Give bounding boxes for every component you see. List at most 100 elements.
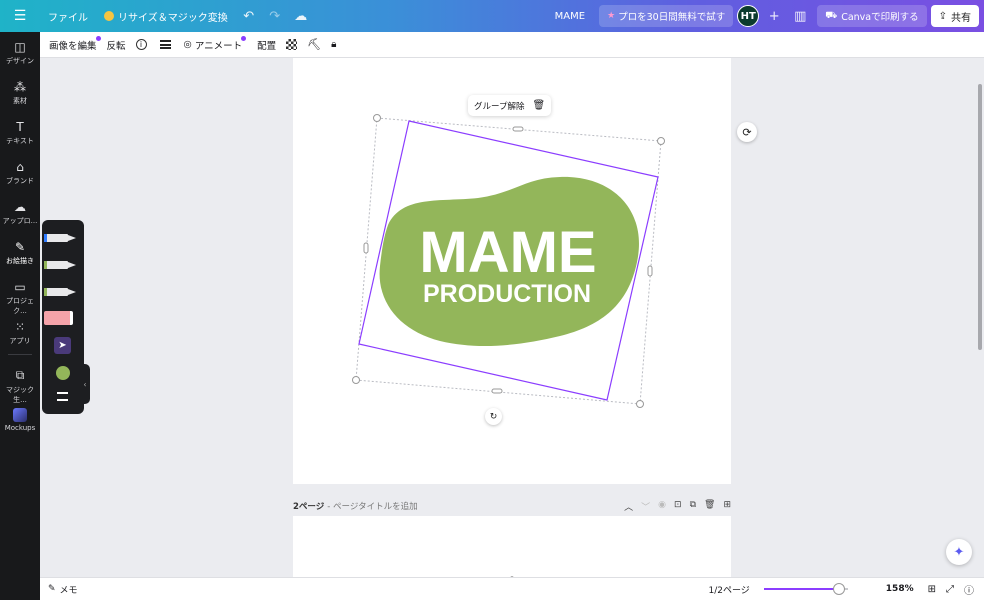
add-collaborator-button[interactable]: + — [761, 0, 787, 32]
zoom-fill — [763, 588, 840, 590]
chevron-up-icon[interactable]: ︿ — [624, 500, 633, 513]
page-indicator[interactable]: 1/2ページ — [708, 583, 749, 596]
insights-button[interactable]: ▥ — [787, 0, 813, 32]
notes-label: メモ — [59, 585, 78, 596]
share-button[interactable]: ⇪ 共有 — [930, 5, 979, 27]
edge-handle[interactable] — [363, 242, 369, 254]
zoom-slider[interactable] — [763, 583, 848, 595]
logo-line-1: MAME — [419, 220, 596, 285]
sidebar-item-apps[interactable]: ⁙ アプリ — [0, 320, 40, 346]
eraser-tool[interactable] — [44, 311, 73, 325]
border-style-button[interactable] — [152, 32, 179, 58]
zoom-value[interactable]: 158% — [886, 584, 914, 594]
cursor-icon: ➤ — [58, 340, 67, 351]
copy-style-button[interactable]: ⛏ — [302, 32, 326, 58]
refresh-icon: ⟳ — [742, 125, 752, 139]
palette-collapse-button[interactable]: ‹ — [80, 364, 90, 404]
lock-icon: 🔒︎ — [331, 39, 337, 50]
cloud-save-button[interactable]: ☁ — [288, 0, 314, 32]
rotate-handle[interactable]: ↻ — [485, 408, 502, 425]
animate-button[interactable]: ◎ アニメート — [179, 32, 248, 58]
notes-icon: ✎ — [48, 584, 56, 594]
vertical-scrollbar[interactable] — [978, 84, 982, 350]
add-page-icon[interactable]: ⊞ — [723, 500, 731, 513]
logo-line-2: PRODUCTION — [423, 280, 591, 308]
lines-icon — [159, 40, 171, 49]
info-button[interactable]: i — [131, 32, 152, 58]
chevron-left-icon: ‹ — [83, 379, 87, 389]
pro-trial-button[interactable]: ★ プロを30日間無料で試す — [599, 5, 734, 27]
edge-handle[interactable] — [491, 388, 503, 394]
trash-icon[interactable]: 🗑︎ — [704, 500, 715, 513]
logo-group[interactable]: MAME PRODUCTION — [340, 100, 670, 430]
new-badge-dot — [95, 35, 101, 41]
sidebar-item-text[interactable]: T テキスト — [0, 120, 40, 146]
sidebar-item-design[interactable]: ◫ デザイン — [0, 40, 40, 66]
cloud-icon: ☁ — [294, 8, 308, 24]
left-sidebar: ◫ デザイン ⁂ 素材 T テキスト ⌂ ブランド ☁ アップロ... ✎ お絵描き ▭ プロ… — [0, 32, 40, 600]
pen-tool[interactable] — [44, 232, 78, 244]
eye-icon[interactable]: ◉ — [658, 500, 666, 513]
star-icon: ★ — [607, 11, 616, 21]
sidebar-item-projects[interactable]: ▭ プロジェク... — [0, 280, 40, 316]
folder-icon: ▭ — [14, 280, 26, 294]
file-menu[interactable]: ファイル — [40, 0, 96, 32]
sidebar-item-mockups[interactable]: Mockups — [0, 408, 40, 432]
sidebar-item-brand[interactable]: ⌂ ブランド — [0, 160, 40, 186]
lock-button[interactable]: 🔒︎ — [326, 32, 341, 58]
sidebar-item-label: マジック生... — [6, 386, 34, 404]
share-label: 共有 — [951, 12, 971, 24]
marker-tool[interactable] — [44, 259, 78, 271]
sidebar-item-label: デザイン — [6, 57, 34, 65]
select-tool[interactable]: ➤ — [54, 337, 71, 354]
chevron-down-icon[interactable]: ﹀ — [641, 500, 650, 513]
redo-button[interactable]: ↷ — [262, 0, 288, 32]
sidebar-item-elements[interactable]: ⁂ 素材 — [0, 80, 40, 106]
undo-button[interactable]: ↶ — [236, 0, 262, 32]
page2-add-title[interactable]: - ページタイトルを追加 — [327, 500, 417, 512]
document-title[interactable]: MAME — [547, 0, 593, 32]
stroke-weight-icon[interactable] — [57, 392, 68, 401]
notes-button[interactable]: ✎ メモ — [48, 583, 78, 596]
edit-image-label: 画像を編集 — [49, 40, 97, 52]
sidebar-item-magic-media[interactable]: ⧉ マジック生... — [0, 368, 40, 405]
resize-handle[interactable] — [657, 137, 665, 145]
sidebar-item-label: Mockups — [4, 424, 36, 432]
zoom-thumb[interactable] — [833, 583, 846, 595]
transparency-icon — [286, 39, 298, 50]
edge-handle[interactable] — [512, 126, 524, 132]
transparency-button[interactable] — [281, 32, 302, 58]
mockups-icon — [13, 408, 27, 422]
resize-button[interactable]: リサイズ＆マジック変換 — [96, 0, 236, 32]
magic-assistant-button[interactable]: ✦ — [946, 539, 972, 565]
edit-image-button[interactable]: 画像を編集 — [40, 32, 102, 58]
grid-view-icon[interactable]: ⊞ — [928, 584, 936, 595]
sidebar-item-draw[interactable]: ✎ お絵描き — [0, 240, 40, 266]
resize-handle[interactable] — [636, 400, 644, 408]
resize-handle[interactable] — [352, 376, 360, 384]
text-icon: T — [16, 120, 24, 134]
lock-icon[interactable]: ⊡ — [674, 500, 682, 513]
sidebar-item-label: お絵描き — [6, 257, 34, 265]
design-page-2[interactable] — [293, 516, 731, 578]
brand-icon: ⌂ — [16, 160, 24, 174]
color-swatch[interactable] — [56, 366, 70, 380]
sidebar-item-uploads[interactable]: ☁ アップロ... — [0, 200, 40, 226]
crown-icon — [104, 11, 114, 21]
position-button[interactable]: 配置 — [247, 32, 281, 58]
fullscreen-icon[interactable]: ⤢ — [946, 584, 954, 595]
resize-handle[interactable] — [373, 114, 381, 122]
animate-icon: ◎ — [183, 39, 192, 50]
sidebar-item-label: アップロ... — [2, 217, 38, 225]
duplicate-icon[interactable]: ⧉ — [690, 500, 696, 513]
highlighter-tool[interactable] — [44, 286, 78, 298]
flip-button[interactable]: 反転 — [102, 32, 131, 58]
print-button[interactable]: ⛟ Canvaで印刷する — [817, 5, 927, 27]
edge-handle[interactable] — [647, 265, 653, 277]
help-icon[interactable]: ⓘ — [964, 582, 974, 597]
page-refresh-button[interactable]: ⟳ — [737, 122, 757, 142]
hamburger-icon: ☰ — [13, 8, 27, 24]
avatar[interactable]: HT — [737, 5, 760, 27]
menu-button[interactable]: ☰ — [0, 0, 40, 32]
sidebar-item-label: アプリ — [9, 337, 31, 345]
